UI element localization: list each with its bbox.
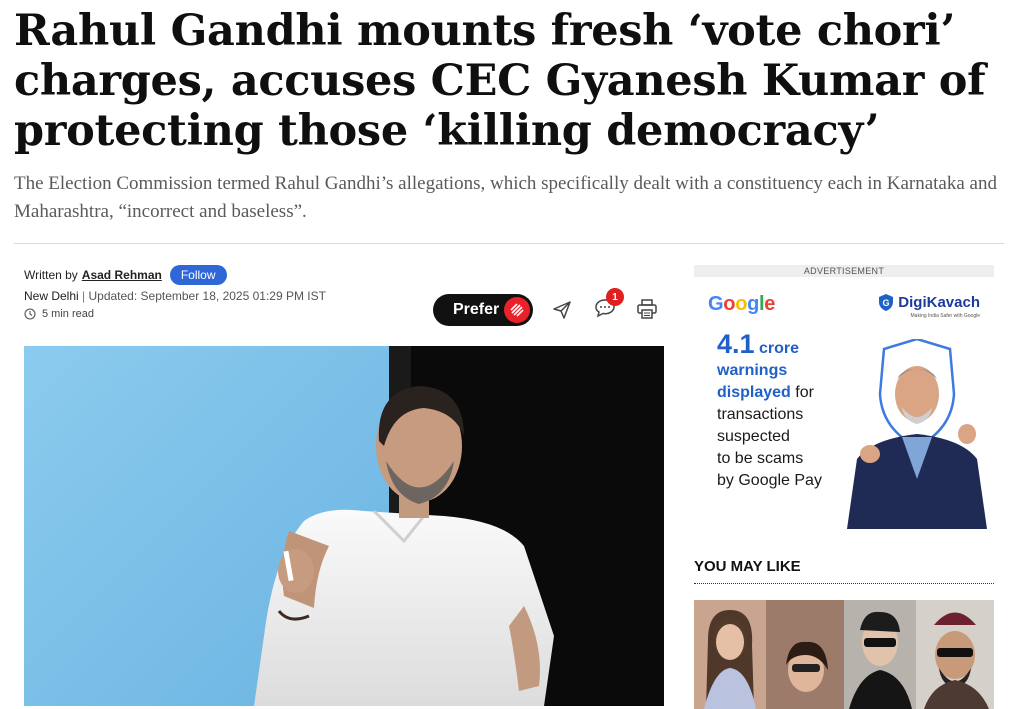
prefer-button[interactable]: Prefer xyxy=(433,294,533,326)
shield-icon: G xyxy=(879,294,894,311)
you-may-like-thumbnail[interactable] xyxy=(694,600,994,709)
prefer-label: Prefer xyxy=(453,301,500,318)
dateline-separator: | xyxy=(78,289,89,303)
ad-line-4: suspected xyxy=(717,428,790,445)
header-divider xyxy=(14,243,1004,244)
byline: Written by Asad Rehman Follow xyxy=(24,265,227,285)
ad-spokesperson-image xyxy=(847,339,987,529)
partner-name: DigiKavach xyxy=(898,294,980,311)
print-icon[interactable] xyxy=(636,299,658,319)
ad-line-2: displayed xyxy=(717,384,791,401)
advertisement-banner[interactable]: Google G DigiKavach Making India Safer w… xyxy=(694,281,994,531)
advertisement-label: ADVERTISEMENT xyxy=(694,265,994,277)
clock-icon xyxy=(24,308,36,320)
indian-express-logo-icon xyxy=(504,297,530,323)
ad-line-3: transactions xyxy=(717,406,804,423)
article-subhead: The Election Commission termed Rahul Gan… xyxy=(14,173,997,222)
partner-tagline: Making India Safer with Google xyxy=(910,313,980,319)
follow-button[interactable]: Follow xyxy=(169,265,227,285)
byline-prefix: Written by xyxy=(24,268,78,282)
read-time: 5 min read xyxy=(24,308,94,320)
article-headline: Rahul Gandhi mounts fresh ‘vote chori’ c… xyxy=(14,6,986,156)
share-icon[interactable] xyxy=(552,300,572,320)
ad-line-2-rest: for xyxy=(790,384,814,401)
location: New Delhi xyxy=(24,289,79,303)
hero-image xyxy=(24,346,664,706)
dateline: New Delhi | Updated: September 18, 2025 … xyxy=(24,289,326,303)
svg-text:G: G xyxy=(883,298,890,308)
comment-count-badge: 1 xyxy=(606,288,624,306)
digikavach-brand: G DigiKavach xyxy=(878,293,980,312)
ad-stat-unit: crore xyxy=(759,340,800,357)
google-logo: Google xyxy=(708,293,776,315)
ad-copy: 4.1 crore warnings displayed for transac… xyxy=(717,331,857,492)
author-link[interactable]: Asad Rehman xyxy=(82,268,162,282)
read-time-label: 5 min read xyxy=(42,308,94,320)
ad-line-5: to be scams xyxy=(717,450,804,467)
ad-stat: 4.1 xyxy=(717,329,755,359)
you-may-like-heading: YOU MAY LIKE xyxy=(694,558,801,575)
you-may-like-divider xyxy=(694,583,994,584)
updated-timestamp: Updated: September 18, 2025 01:29 PM IST xyxy=(88,289,326,303)
ad-line-1: warnings xyxy=(717,362,788,379)
ad-line-6: by Google Pay xyxy=(717,472,822,489)
